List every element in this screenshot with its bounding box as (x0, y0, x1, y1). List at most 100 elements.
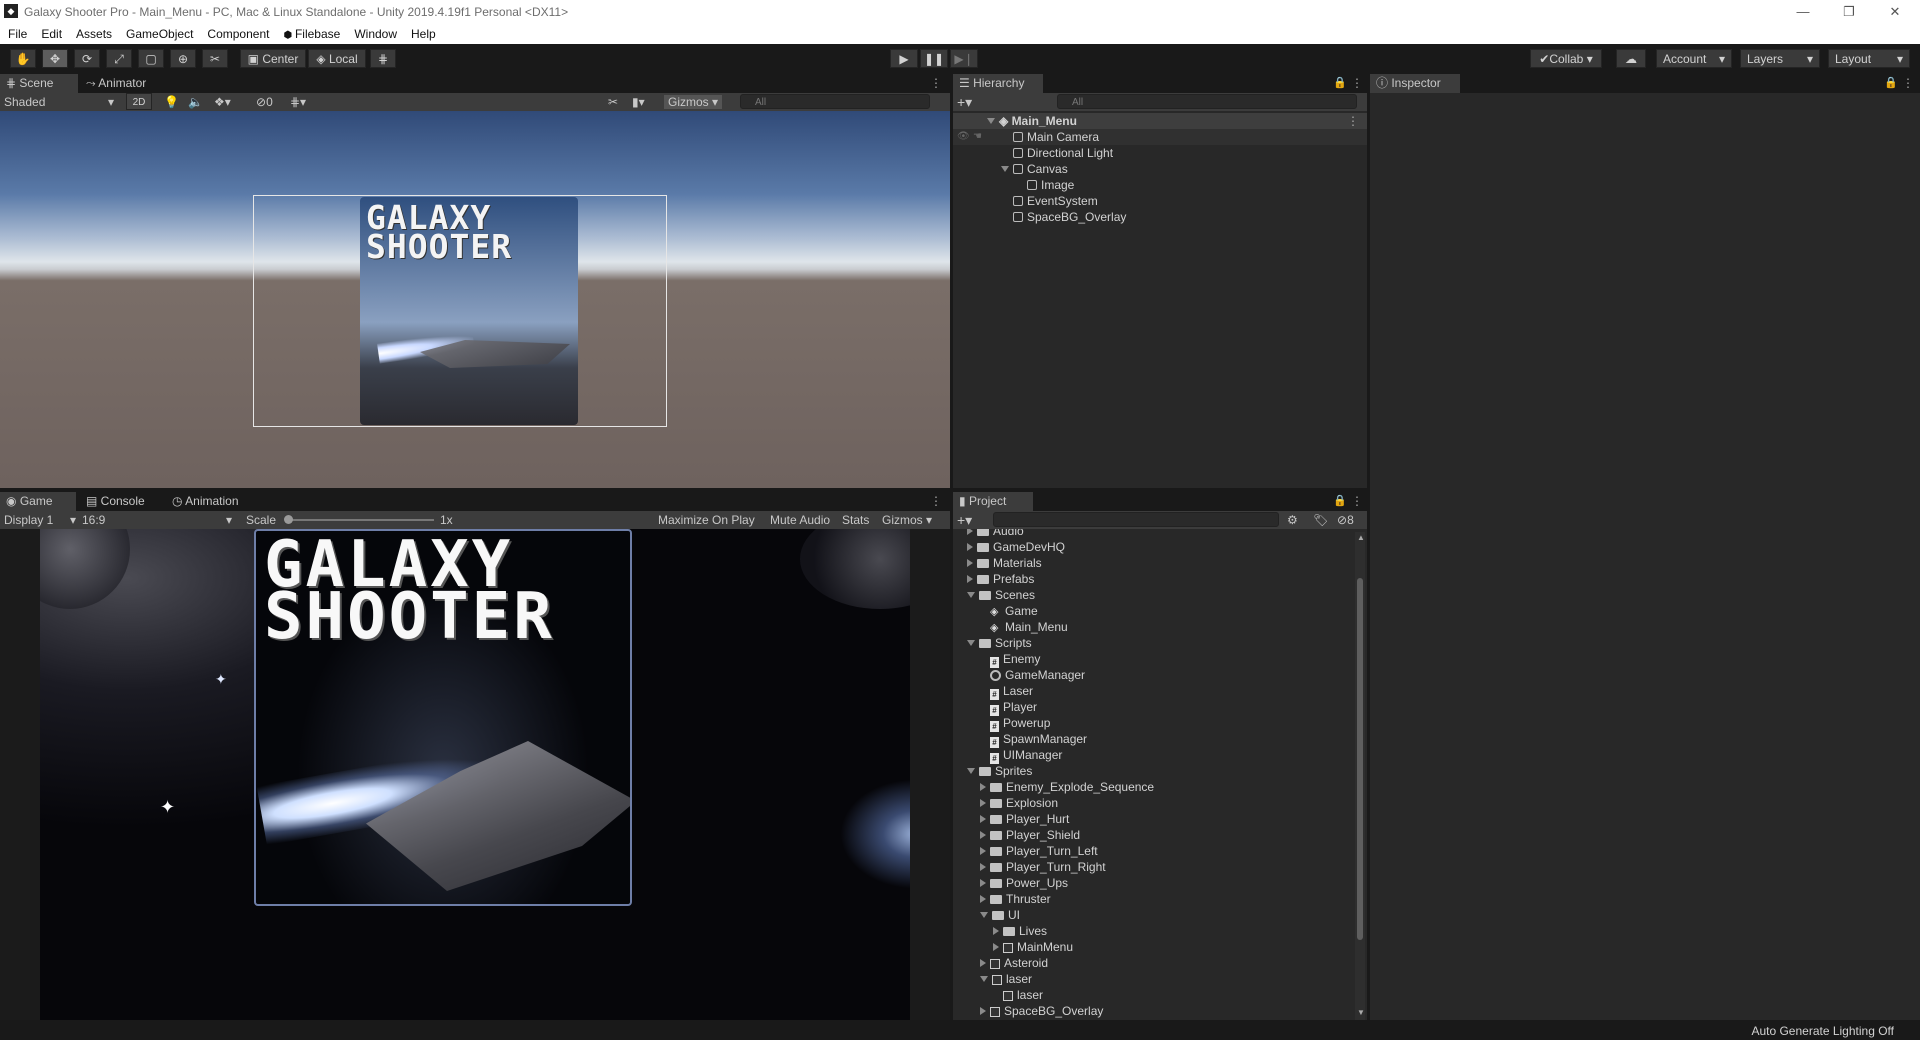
scale-tool-icon[interactable]: ⤢ (106, 49, 132, 68)
row-menu-icon[interactable]: ⋮ (1347, 113, 1359, 129)
menu-window[interactable]: Window (347, 24, 404, 41)
tools-icon[interactable]: ✂ (608, 95, 618, 109)
play-button[interactable]: ▶ (890, 49, 918, 68)
expand-arrow-icon[interactable] (993, 943, 999, 951)
expand-arrow-icon[interactable] (1001, 166, 1009, 172)
move-tool-icon[interactable]: ✥ (42, 49, 68, 68)
grid-toggle-icon[interactable]: ⋕▾ (290, 95, 306, 109)
cloud-icon[interactable]: ☁ (1616, 49, 1646, 68)
panel-menu-icon[interactable]: ⋮ (1902, 76, 1914, 90)
expand-arrow-icon[interactable] (980, 1007, 986, 1015)
gizmos-dropdown[interactable]: Gizmos ▾ (664, 95, 723, 109)
menu-component[interactable]: Component (200, 24, 276, 41)
menu-filebase[interactable]: ⬢ Filebase (276, 24, 347, 41)
transform-tool-icon[interactable]: ⊕ (170, 49, 196, 68)
maximize-on-play-toggle[interactable]: Maximize On Play (658, 513, 755, 527)
collab-dropdown[interactable]: ✔Collab ▾ (1530, 49, 1602, 68)
scene-search-input[interactable]: All (740, 94, 930, 109)
project-item[interactable]: Lives (953, 923, 1353, 939)
aspect-dropdown[interactable]: 16:9 ▾ (82, 513, 232, 527)
scene-viewport[interactable]: GALAXY SHOOTER (0, 111, 950, 488)
project-item[interactable]: Materials (953, 555, 1353, 571)
expand-arrow-icon[interactable] (967, 559, 973, 567)
restore-button[interactable]: ❐ (1826, 2, 1872, 22)
tab-animator[interactable]: ⤳ Animator (80, 74, 164, 93)
project-item[interactable]: Sprites (953, 763, 1353, 779)
collapse-arrow-icon[interactable] (967, 640, 975, 646)
panel-menu-icon[interactable]: ⋮ (1351, 494, 1363, 508)
expand-arrow-icon[interactable] (980, 831, 986, 839)
pivot-local-button[interactable]: ◈ Local (308, 49, 366, 68)
grid-snap-icon[interactable]: ⋕ (370, 49, 396, 68)
mute-audio-toggle[interactable]: Mute Audio (770, 513, 830, 527)
project-item[interactable]: laser (953, 987, 1353, 1003)
expand-arrow-icon[interactable] (980, 799, 986, 807)
rotate-tool-icon[interactable]: ⟳ (74, 49, 100, 68)
close-button[interactable]: ✕ (1872, 2, 1918, 22)
project-item[interactable]: # Laser (953, 683, 1353, 700)
hand-tool-icon[interactable]: ✋ (10, 49, 36, 68)
project-item[interactable]: # Powerup (953, 715, 1353, 732)
scale-slider-thumb[interactable] (284, 515, 293, 524)
game-viewport[interactable]: ✦ ✦ ✦ GALAXYSHOOTER (0, 529, 950, 1020)
tab-game[interactable]: ◉ Game (0, 492, 76, 511)
panel-menu-icon[interactable]: ⋮ (930, 494, 942, 508)
scroll-up-icon[interactable]: ▲ (1357, 533, 1365, 542)
expand-arrow-icon[interactable] (980, 783, 986, 791)
project-item[interactable]: GameDevHQ (953, 539, 1353, 555)
project-item[interactable]: Explosion (953, 795, 1353, 811)
expand-arrow-icon[interactable] (967, 529, 973, 535)
expand-arrow-icon[interactable] (980, 847, 986, 855)
camera-icon[interactable]: ▮▾ (632, 95, 645, 109)
scroll-down-icon[interactable]: ▼ (1357, 1008, 1365, 1017)
hierarchy-item-spacebg-overlay[interactable]: SpaceBG_Overlay (953, 209, 1367, 225)
rect-tool-icon[interactable]: ▢ (138, 49, 164, 68)
project-item[interactable]: UI (953, 907, 1353, 923)
menu-help[interactable]: Help (404, 24, 443, 41)
lock-icon[interactable]: 🔒 (1333, 494, 1347, 507)
expand-arrow-icon[interactable] (980, 879, 986, 887)
project-item[interactable]: # SpawnManager (953, 731, 1353, 748)
hidden-packages-toggle[interactable]: ⊘8 (1337, 513, 1354, 527)
scrollbar-track[interactable]: ▲ ▼ (1355, 532, 1365, 1020)
project-search-input[interactable] (993, 512, 1279, 527)
hierarchy-item-main-camera[interactable]: 👁 ☚ Main Camera (953, 129, 1367, 145)
expand-arrow-icon[interactable] (980, 895, 986, 903)
tab-scene[interactable]: ⋕ Scene (0, 74, 78, 93)
project-item[interactable]: Player_Hurt (953, 811, 1353, 827)
custom-tool-icon[interactable]: ✂ (202, 49, 228, 68)
menu-gameobject[interactable]: GameObject (119, 24, 200, 41)
collapse-arrow-icon[interactable] (980, 912, 988, 918)
project-item[interactable]: # UIManager (953, 747, 1353, 764)
project-item[interactable]: SpaceBG_Overlay (953, 1003, 1353, 1019)
project-item[interactable]: Scenes (953, 587, 1353, 603)
hierarchy-item-canvas[interactable]: Canvas (953, 161, 1367, 177)
project-item[interactable]: Player_Turn_Right (953, 859, 1353, 875)
collapse-arrow-icon[interactable] (980, 976, 988, 982)
layout-dropdown[interactable]: Layout ▾ (1828, 49, 1910, 68)
hierarchy-item-directional-light[interactable]: Directional Light (953, 145, 1367, 161)
step-button[interactable]: ▶❘ (950, 49, 978, 68)
menu-edit[interactable]: Edit (34, 24, 69, 41)
project-item[interactable]: # Enemy (953, 651, 1353, 668)
account-dropdown[interactable]: Account ▾ (1656, 49, 1732, 68)
panel-menu-icon[interactable]: ⋮ (1351, 76, 1363, 90)
lock-icon[interactable]: 🔒 (1333, 76, 1347, 89)
visibility-eye-icon[interactable]: 👁 (957, 129, 970, 145)
tab-hierarchy[interactable]: ☰ Hierarchy (953, 74, 1043, 93)
menu-assets[interactable]: Assets (69, 24, 119, 41)
hierarchy-item-image[interactable]: Image (953, 177, 1367, 193)
scene-root-row[interactable]: ◈ Main_Menu ⋮ (953, 113, 1367, 129)
hierarchy-search-input[interactable]: All (1057, 94, 1357, 109)
pick-hand-icon[interactable]: ☚ (973, 129, 982, 145)
project-item[interactable]: GameManager (953, 667, 1353, 683)
effects-icon[interactable]: ❖▾ (214, 95, 231, 109)
project-item[interactable]: # Player (953, 699, 1353, 716)
expand-arrow-icon[interactable] (980, 863, 986, 871)
search-by-type-icon[interactable]: ⚙ (1287, 513, 1298, 527)
expand-arrow-icon[interactable] (980, 959, 986, 967)
expand-arrow-icon[interactable] (993, 927, 999, 935)
project-item[interactable]: Audio (953, 529, 1353, 539)
project-item[interactable]: Scripts (953, 635, 1353, 651)
project-item[interactable]: Thruster (953, 891, 1353, 907)
